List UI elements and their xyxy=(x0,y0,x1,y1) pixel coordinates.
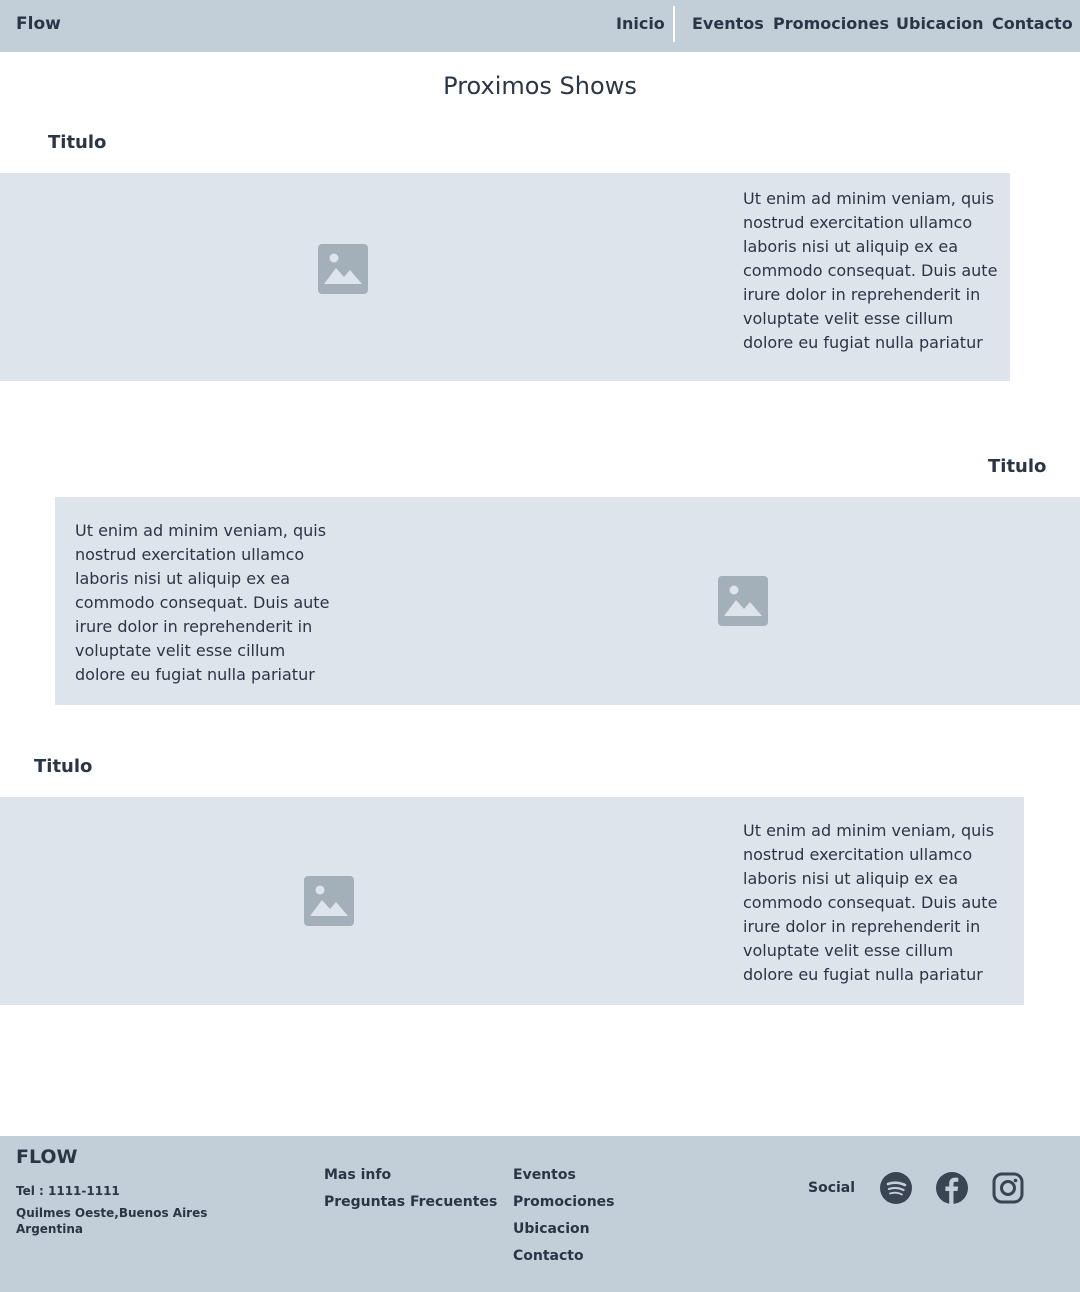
nav-item-ubicacion[interactable]: Ubicacion xyxy=(896,14,984,33)
show-card[interactable]: Ut enim ad minim veniam, quis nostrud ex… xyxy=(0,173,1010,381)
show-description: Ut enim ad minim veniam, quis nostrud ex… xyxy=(75,521,330,684)
footer-link-mas-info[interactable]: Mas info xyxy=(324,1167,391,1183)
image-placeholder-icon xyxy=(718,576,768,626)
spotify-icon[interactable] xyxy=(880,1172,912,1204)
footer-link-contacto[interactable]: Contacto xyxy=(513,1248,584,1264)
footer-link-preguntas-frecuentes[interactable]: Preguntas Frecuentes xyxy=(324,1194,497,1210)
page-title: Proximos Shows xyxy=(443,72,637,100)
footer-brand: FLOW xyxy=(16,1146,78,1168)
footer-link-ubicacion[interactable]: Ubicacion xyxy=(513,1221,590,1237)
footer: FLOW Tel : 1111-1111 Quilmes Oeste,Bueno… xyxy=(0,1136,1080,1292)
navbar: Flow Inicio Eventos Promociones Ubicacio… xyxy=(0,0,1080,52)
image-placeholder-icon xyxy=(318,244,368,294)
show-description: Ut enim ad minim veniam, quis nostrud ex… xyxy=(743,821,998,984)
show-title: Titulo xyxy=(34,756,93,777)
nav-item-promociones[interactable]: Promociones xyxy=(773,14,889,33)
nav-item-eventos[interactable]: Eventos xyxy=(692,14,764,33)
nav-item-inicio[interactable]: Inicio xyxy=(616,14,665,33)
show-card[interactable]: Ut enim ad minim veniam, quis nostrud ex… xyxy=(0,797,1024,1005)
footer-address: Quilmes Oeste,Buenos Aires Argentina xyxy=(16,1206,208,1236)
show-title: Titulo xyxy=(48,132,107,153)
show-title: Titulo xyxy=(988,456,1047,477)
instagram-icon[interactable] xyxy=(992,1172,1024,1204)
facebook-icon[interactable] xyxy=(936,1172,968,1204)
footer-link-eventos[interactable]: Eventos xyxy=(513,1167,576,1183)
image-placeholder-icon xyxy=(304,876,354,926)
footer-link-promociones[interactable]: Promociones xyxy=(513,1194,615,1210)
nav-divider xyxy=(673,6,675,42)
social-label: Social xyxy=(808,1180,856,1196)
show-card[interactable]: Ut enim ad minim veniam, quis nostrud ex… xyxy=(55,497,1080,705)
brand-logo[interactable]: Flow xyxy=(16,14,61,34)
nav-item-contacto[interactable]: Contacto xyxy=(992,14,1073,33)
footer-phone: Tel : 1111-1111 xyxy=(16,1184,120,1198)
show-description: Ut enim ad minim veniam, quis nostrud ex… xyxy=(743,189,998,352)
